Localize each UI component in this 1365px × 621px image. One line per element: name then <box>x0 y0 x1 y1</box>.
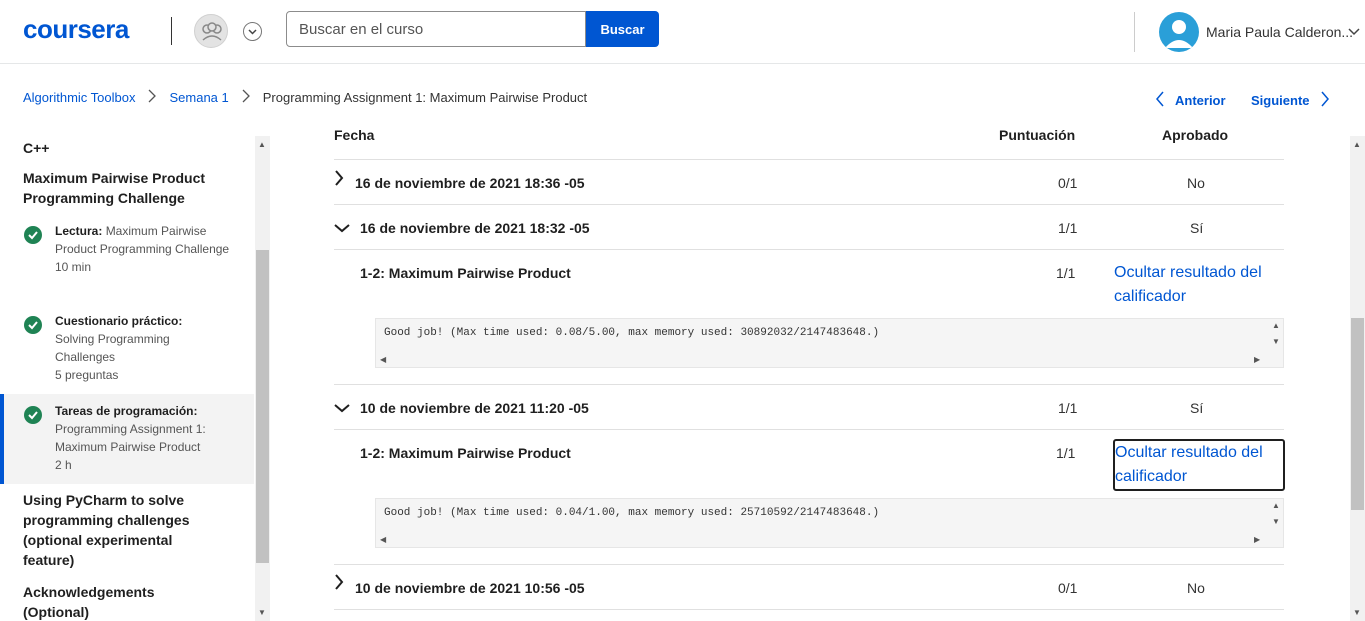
submission-pass: Sí <box>1190 400 1204 416</box>
hide-grader-output-link[interactable]: Ocultar resultado del calificador <box>1114 261 1284 309</box>
divider <box>334 249 1284 250</box>
previous-label: Anterior <box>1175 93 1226 108</box>
hide-grader-output-link[interactable]: Ocultar resultado del calificador <box>1113 439 1285 491</box>
top-header: coursera Buscar Maria Paula Calderon... <box>0 0 1365 64</box>
grader-output-text: Good job! (Max time used: 0.08/5.00, max… <box>384 327 880 339</box>
sidebar-section-acknowledgements[interactable]: Acknowledgements (Optional) <box>23 582 223 621</box>
lesson-duration: 2 h <box>55 458 72 472</box>
column-score: Puntuación <box>999 128 1076 143</box>
column-date: Fecha <box>334 128 375 143</box>
chevron-left-icon <box>1155 91 1165 110</box>
chevron-down-icon[interactable] <box>243 22 262 41</box>
header-divider <box>171 17 172 45</box>
user-name[interactable]: Maria Paula Calderon... <box>1206 24 1353 40</box>
learners-group-icon[interactable] <box>194 14 228 48</box>
check-icon <box>24 316 42 334</box>
part-label: 1-2: Maximum Pairwise Product <box>360 445 571 461</box>
lesson-type: Tareas de programación: <box>55 404 198 418</box>
lesson-title: Programming Assignment 1: Maximum Pairwi… <box>55 422 206 454</box>
sidebar-section-pycharm[interactable]: Using PyCharm to solve programming chall… <box>23 490 223 570</box>
page-scrollbar-thumb[interactable] <box>1351 318 1364 510</box>
submission-score: 1/1 <box>1058 400 1078 416</box>
lesson-duration: 10 min <box>55 260 92 274</box>
grader-output: Good job! (Max time used: 0.04/1.00, max… <box>375 498 1284 548</box>
course-sidebar: C++ Maximum Pairwise Product Programming… <box>0 136 270 621</box>
submission-pass: No <box>1187 175 1205 191</box>
sidebar-lang[interactable]: C++ <box>23 138 49 158</box>
divider <box>334 564 1284 565</box>
divider <box>334 384 1284 385</box>
lesson-type: Lectura: <box>55 224 103 238</box>
breadcrumb: Algorithmic Toolbox Semana 1 Programming… <box>23 89 587 106</box>
part-score: 1/1 <box>1056 265 1076 281</box>
sidebar-lesson-quiz[interactable]: Cuestionario práctico: Solving Programmi… <box>0 310 254 390</box>
output-horizontal-scrollbar[interactable]: ◀ ▶ <box>376 353 1271 367</box>
lesson-duration: 5 preguntas <box>55 368 119 382</box>
column-pass: Aprobado <box>1162 128 1229 143</box>
search-button[interactable]: Buscar <box>586 11 659 47</box>
next-button[interactable]: Siguiente <box>1251 91 1330 110</box>
grader-output-text: Good job! (Max time used: 0.04/1.00, max… <box>384 507 880 519</box>
divider <box>334 429 1284 430</box>
grader-output: Good job! (Max time used: 0.08/5.00, max… <box>375 318 1284 368</box>
divider <box>334 609 1284 610</box>
part-score: 1/1 <box>1056 445 1076 461</box>
part-label: 1-2: Maximum Pairwise Product <box>360 265 571 281</box>
submission-score: 1/1 <box>1058 220 1078 236</box>
output-horizontal-scrollbar[interactable]: ◀ ▶ <box>376 533 1271 547</box>
header-divider-right <box>1134 12 1135 52</box>
submission-date[interactable]: 10 de noviembre de 2021 10:56 -05 <box>355 580 585 596</box>
expand-chevron-icon[interactable] <box>334 170 344 191</box>
search-input[interactable] <box>286 11 586 47</box>
next-label: Siguiente <box>1251 93 1310 108</box>
chevron-right-icon <box>147 89 157 106</box>
submission-score: 0/1 <box>1058 580 1078 596</box>
lesson-type: Cuestionario práctico: <box>55 314 183 328</box>
previous-button[interactable]: Anterior <box>1155 91 1226 110</box>
sidebar-section-title[interactable]: Maximum Pairwise Product Programming Cha… <box>23 168 238 208</box>
chevron-right-icon <box>1320 91 1330 110</box>
submission-date[interactable]: 16 de noviembre de 2021 18:32 -05 <box>360 220 590 236</box>
check-icon <box>24 406 42 424</box>
check-icon <box>24 226 42 244</box>
divider <box>334 204 1284 205</box>
submission-date[interactable]: 16 de noviembre de 2021 18:36 -05 <box>355 175 585 191</box>
sidebar-lesson-reading[interactable]: Lectura: Maximum Pairwise Product Progra… <box>0 220 254 300</box>
breadcrumb-current: Programming Assignment 1: Maximum Pairwi… <box>262 90 588 105</box>
sidebar-scrollbar-thumb[interactable] <box>256 250 269 563</box>
avatar[interactable] <box>1159 12 1199 52</box>
submissions-table: Fecha Puntuación Aprobado 16 de noviembr… <box>280 128 1350 621</box>
submission-pass: Sí <box>1190 220 1204 236</box>
expand-chevron-icon[interactable] <box>334 574 344 595</box>
breadcrumb-week[interactable]: Semana 1 <box>169 90 228 105</box>
collapse-chevron-icon[interactable] <box>334 220 350 238</box>
submission-pass: No <box>1187 580 1205 596</box>
submission-score: 0/1 <box>1058 175 1078 191</box>
divider <box>334 159 1284 160</box>
collapse-chevron-icon[interactable] <box>334 400 350 418</box>
coursera-logo[interactable]: coursera <box>23 14 129 45</box>
output-vertical-scrollbar[interactable]: ▲ ▼ <box>1269 499 1283 535</box>
chevron-right-icon <box>241 89 251 106</box>
output-vertical-scrollbar[interactable]: ▲ ▼ <box>1269 319 1283 355</box>
submission-date[interactable]: 10 de noviembre de 2021 11:20 -05 <box>360 400 589 416</box>
lesson-title: Solving Programming Challenges <box>55 332 170 364</box>
sidebar-lesson-assignment[interactable]: Tareas de programación: Programming Assi… <box>0 394 254 484</box>
active-indicator <box>0 394 4 484</box>
breadcrumb-course[interactable]: Algorithmic Toolbox <box>23 90 135 105</box>
user-menu-chevron-icon[interactable] <box>1348 24 1360 42</box>
